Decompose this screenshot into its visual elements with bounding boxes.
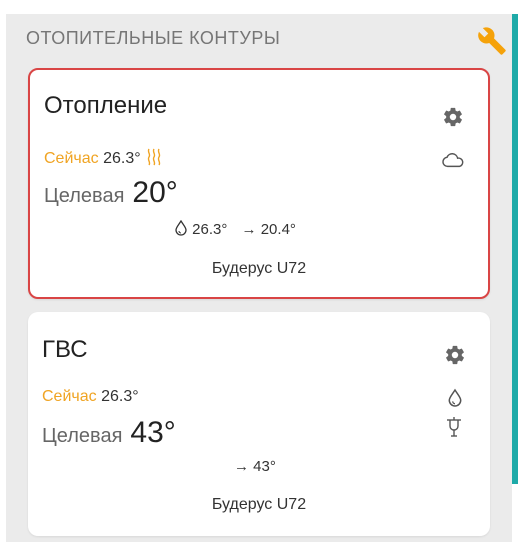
water-drop-icon bbox=[174, 220, 188, 236]
target-temp-row: Целевая 43° bbox=[42, 416, 176, 450]
gear-icon[interactable] bbox=[442, 106, 464, 128]
now-value: 26.3° bbox=[101, 388, 139, 405]
flow-temp: 26.3° bbox=[192, 221, 228, 238]
current-temp-row: Сейчас 26.3° bbox=[42, 388, 139, 406]
circuit-card-dhw[interactable]: ГВС Сейчас 26.3° Целевая 43° → 43° Будеру… bbox=[28, 312, 490, 536]
target-value: 20° bbox=[132, 176, 178, 209]
panel-header: ОТОПИТЕЛЬНЫЕ КОНТУРЫ bbox=[20, 24, 506, 55]
boiler-name: Будерус U72 bbox=[211, 496, 307, 513]
target-temp-row: Целевая 20° bbox=[44, 176, 178, 210]
circuit-card-heating[interactable]: Отопление Сейчас 26.3° Целевая 20° 26.3° … bbox=[28, 68, 490, 299]
arrow-right-icon: → bbox=[241, 221, 257, 238]
arrow-temp: 20.4° bbox=[260, 221, 296, 238]
flow-temp-row: → 43° bbox=[234, 458, 276, 475]
current-temp-row: Сейчас 26.3° bbox=[44, 148, 161, 168]
boiler-name: Будерус U72 bbox=[211, 260, 307, 277]
now-value: 26.3° bbox=[103, 150, 141, 167]
arrow-right-icon: → bbox=[234, 458, 249, 475]
tap-icon bbox=[445, 416, 463, 438]
flow-temp-row: 26.3° → 20.4° bbox=[174, 220, 296, 238]
circuit-title: ГВС bbox=[42, 336, 88, 363]
cloud-icon bbox=[442, 152, 464, 168]
scroll-accent-bar[interactable] bbox=[512, 14, 518, 484]
target-label: Целевая bbox=[42, 425, 123, 447]
arrow-temp: 43° bbox=[253, 458, 276, 475]
heat-waves-icon bbox=[147, 148, 161, 166]
gear-icon[interactable] bbox=[444, 344, 466, 366]
target-label: Целевая bbox=[44, 185, 125, 207]
panel-title: ОТОПИТЕЛЬНЫЕ КОНТУРЫ bbox=[26, 28, 281, 48]
now-label: Сейчас bbox=[42, 388, 97, 405]
wrench-icon[interactable] bbox=[477, 26, 507, 56]
target-value: 43° bbox=[130, 416, 176, 449]
circuit-title: Отопление bbox=[44, 92, 168, 119]
now-label: Сейчас bbox=[44, 150, 99, 167]
water-drop-icon bbox=[447, 388, 463, 408]
